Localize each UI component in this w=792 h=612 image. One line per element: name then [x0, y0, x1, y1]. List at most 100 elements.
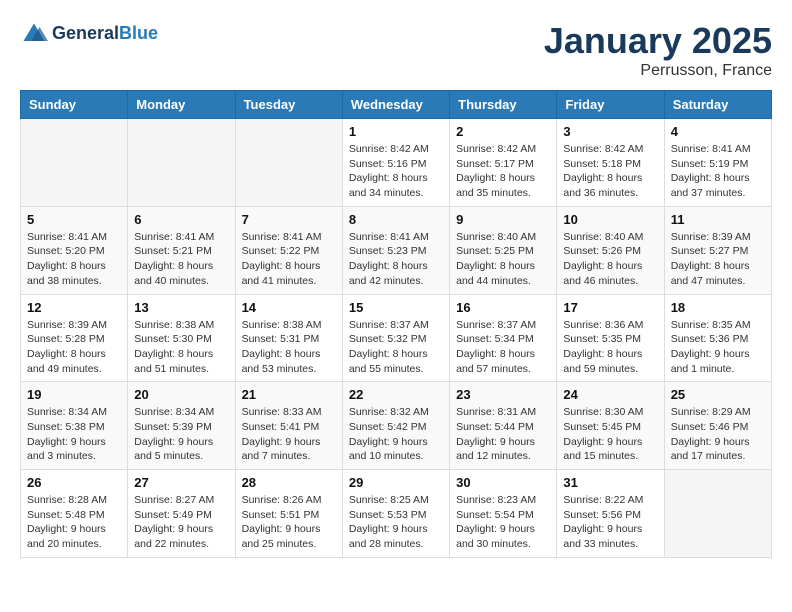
day-cell: 14 Sunrise: 8:38 AMSunset: 5:31 PMDayligh… — [235, 294, 342, 382]
day-number: 31 — [563, 475, 657, 490]
day-number: 2 — [456, 124, 550, 139]
day-info: Sunrise: 8:28 AMSunset: 5:48 PMDaylight:… — [27, 493, 121, 552]
day-cell — [235, 119, 342, 207]
day-cell: 2 Sunrise: 8:42 AMSunset: 5:17 PMDaylight… — [450, 119, 557, 207]
day-cell: 16 Sunrise: 8:37 AMSunset: 5:34 PMDayligh… — [450, 294, 557, 382]
day-number: 4 — [671, 124, 765, 139]
day-info: Sunrise: 8:42 AMSunset: 5:17 PMDaylight:… — [456, 142, 550, 201]
day-info: Sunrise: 8:41 AMSunset: 5:19 PMDaylight:… — [671, 142, 765, 201]
day-number: 24 — [563, 387, 657, 402]
day-number: 29 — [349, 475, 443, 490]
day-number: 1 — [349, 124, 443, 139]
day-number: 5 — [27, 212, 121, 227]
day-cell: 17Sunrise: 8:36 AMSunset: 5:35 PMDayligh… — [557, 294, 664, 382]
day-number: 23 — [456, 387, 550, 402]
logo-line2: Blue — [119, 23, 158, 43]
logo: GeneralBlue — [20, 20, 158, 48]
day-number: 9 — [456, 212, 550, 227]
day-number: 12 — [27, 300, 121, 315]
day-info: Sunrise: 8:34 AMSunset: 5:39 PMDaylight:… — [134, 405, 228, 464]
calendar-table: SundayMondayTuesdayWednesdayThursdayFrid… — [20, 90, 772, 558]
day-number: 30 — [456, 475, 550, 490]
day-cell: 29 Sunrise: 8:25 AMSunset: 5:53 PMDayligh… — [342, 470, 449, 558]
day-info: Sunrise: 8:33 AMSunset: 5:41 PMDaylight:… — [242, 405, 336, 464]
day-number: 22 — [349, 387, 443, 402]
day-info: Sunrise: 8:42 AMSunset: 5:16 PMDaylight:… — [349, 142, 443, 201]
day-cell: 28 Sunrise: 8:26 AMSunset: 5:51 PMDayligh… — [235, 470, 342, 558]
day-cell: 15 Sunrise: 8:37 AMSunset: 5:32 PMDayligh… — [342, 294, 449, 382]
logo-line1: General — [52, 23, 119, 43]
day-info: Sunrise: 8:23 AMSunset: 5:54 PMDaylight:… — [456, 493, 550, 552]
day-cell: 18Sunrise: 8:35 AMSunset: 5:36 PMDayligh… — [664, 294, 771, 382]
day-number: 10 — [563, 212, 657, 227]
day-info: Sunrise: 8:25 AMSunset: 5:53 PMDaylight:… — [349, 493, 443, 552]
day-number: 7 — [242, 212, 336, 227]
weekday-header-wednesday: Wednesday — [342, 91, 449, 119]
week-row-2: 5 Sunrise: 8:41 AMSunset: 5:20 PMDaylight… — [21, 206, 772, 294]
day-number: 28 — [242, 475, 336, 490]
day-cell: 5 Sunrise: 8:41 AMSunset: 5:20 PMDaylight… — [21, 206, 128, 294]
day-info: Sunrise: 8:32 AMSunset: 5:42 PMDaylight:… — [349, 405, 443, 464]
day-cell: 9 Sunrise: 8:40 AMSunset: 5:25 PMDaylight… — [450, 206, 557, 294]
day-cell — [128, 119, 235, 207]
logo-icon — [20, 20, 48, 48]
day-cell — [664, 470, 771, 558]
day-number: 27 — [134, 475, 228, 490]
day-number: 13 — [134, 300, 228, 315]
day-cell: 23 Sunrise: 8:31 AMSunset: 5:44 PMDayligh… — [450, 382, 557, 470]
day-info: Sunrise: 8:41 AMSunset: 5:23 PMDaylight:… — [349, 230, 443, 289]
day-number: 19 — [27, 387, 121, 402]
day-info: Sunrise: 8:40 AMSunset: 5:26 PMDaylight:… — [563, 230, 657, 289]
month-title: January 2025 — [544, 20, 772, 62]
week-row-5: 26Sunrise: 8:28 AMSunset: 5:48 PMDayligh… — [21, 470, 772, 558]
day-info: Sunrise: 8:41 AMSunset: 5:20 PMDaylight:… — [27, 230, 121, 289]
day-cell: 7Sunrise: 8:41 AMSunset: 5:22 PMDaylight… — [235, 206, 342, 294]
day-info: Sunrise: 8:37 AMSunset: 5:34 PMDaylight:… — [456, 318, 550, 377]
day-number: 3 — [563, 124, 657, 139]
weekday-header-friday: Friday — [557, 91, 664, 119]
day-cell — [21, 119, 128, 207]
day-info: Sunrise: 8:34 AMSunset: 5:38 PMDaylight:… — [27, 405, 121, 464]
day-cell: 12Sunrise: 8:39 AMSunset: 5:28 PMDayligh… — [21, 294, 128, 382]
day-info: Sunrise: 8:29 AMSunset: 5:46 PMDaylight:… — [671, 405, 765, 464]
day-info: Sunrise: 8:41 AMSunset: 5:21 PMDaylight:… — [134, 230, 228, 289]
week-row-1: 1 Sunrise: 8:42 AMSunset: 5:16 PMDaylight… — [21, 119, 772, 207]
day-number: 17 — [563, 300, 657, 315]
week-row-3: 12Sunrise: 8:39 AMSunset: 5:28 PMDayligh… — [21, 294, 772, 382]
day-cell: 6 Sunrise: 8:41 AMSunset: 5:21 PMDaylight… — [128, 206, 235, 294]
day-info: Sunrise: 8:38 AMSunset: 5:31 PMDaylight:… — [242, 318, 336, 377]
day-cell: 31Sunrise: 8:22 AMSunset: 5:56 PMDayligh… — [557, 470, 664, 558]
day-number: 11 — [671, 212, 765, 227]
day-number: 15 — [349, 300, 443, 315]
weekday-header-row: SundayMondayTuesdayWednesdayThursdayFrid… — [21, 91, 772, 119]
day-cell: 3 Sunrise: 8:42 AMSunset: 5:18 PMDaylight… — [557, 119, 664, 207]
day-info: Sunrise: 8:40 AMSunset: 5:25 PMDaylight:… — [456, 230, 550, 289]
day-cell: 27Sunrise: 8:27 AMSunset: 5:49 PMDayligh… — [128, 470, 235, 558]
day-number: 18 — [671, 300, 765, 315]
day-info: Sunrise: 8:26 AMSunset: 5:51 PMDaylight:… — [242, 493, 336, 552]
day-cell: 1 Sunrise: 8:42 AMSunset: 5:16 PMDaylight… — [342, 119, 449, 207]
weekday-header-saturday: Saturday — [664, 91, 771, 119]
day-cell: 4 Sunrise: 8:41 AMSunset: 5:19 PMDaylight… — [664, 119, 771, 207]
day-info: Sunrise: 8:31 AMSunset: 5:44 PMDaylight:… — [456, 405, 550, 464]
day-cell: 20Sunrise: 8:34 AMSunset: 5:39 PMDayligh… — [128, 382, 235, 470]
day-number: 16 — [456, 300, 550, 315]
day-cell: 11Sunrise: 8:39 AMSunset: 5:27 PMDayligh… — [664, 206, 771, 294]
day-cell: 13 Sunrise: 8:38 AMSunset: 5:30 PMDayligh… — [128, 294, 235, 382]
day-number: 14 — [242, 300, 336, 315]
day-number: 25 — [671, 387, 765, 402]
day-info: Sunrise: 8:38 AMSunset: 5:30 PMDaylight:… — [134, 318, 228, 377]
day-cell: 22 Sunrise: 8:32 AMSunset: 5:42 PMDayligh… — [342, 382, 449, 470]
day-cell: 10 Sunrise: 8:40 AMSunset: 5:26 PMDayligh… — [557, 206, 664, 294]
weekday-header-sunday: Sunday — [21, 91, 128, 119]
day-number: 6 — [134, 212, 228, 227]
day-cell: 19 Sunrise: 8:34 AMSunset: 5:38 PMDayligh… — [21, 382, 128, 470]
day-info: Sunrise: 8:37 AMSunset: 5:32 PMDaylight:… — [349, 318, 443, 377]
day-cell: 26Sunrise: 8:28 AMSunset: 5:48 PMDayligh… — [21, 470, 128, 558]
day-info: Sunrise: 8:30 AMSunset: 5:45 PMDaylight:… — [563, 405, 657, 464]
title-block: January 2025 Perrusson, France — [544, 20, 772, 80]
page-header: GeneralBlue January 2025 Perrusson, Fran… — [20, 20, 772, 80]
day-cell: 8Sunrise: 8:41 AMSunset: 5:23 PMDaylight… — [342, 206, 449, 294]
weekday-header-monday: Monday — [128, 91, 235, 119]
day-info: Sunrise: 8:42 AMSunset: 5:18 PMDaylight:… — [563, 142, 657, 201]
